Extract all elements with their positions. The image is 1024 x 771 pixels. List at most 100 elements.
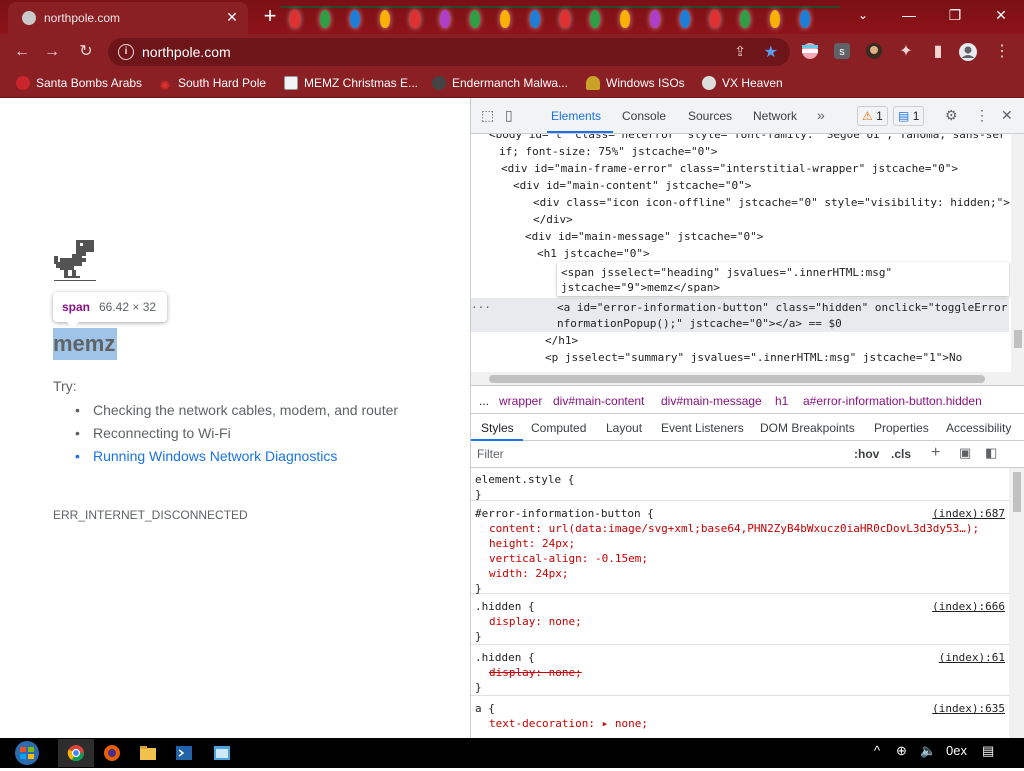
bookmark-memz-christmas[interactable]: MEMZ Christmas E... [284,76,418,90]
show-hidden-icons-chevron[interactable]: ^ [874,743,880,758]
tray-text[interactable]: 0ex [946,743,967,758]
rule-selector[interactable]: .hidden { [475,599,1005,614]
bookmark-santa-bombs-arabs[interactable]: Santa Bombs Arabs [16,76,142,90]
bookmark-windows-isos[interactable]: Windows ISOs [586,76,685,90]
messages-badge[interactable]: ▤ 1 [893,106,925,126]
dom-line[interactable]: <div class="icon icon-offline" jstcache=… [533,194,1010,211]
breadcrumb-more[interactable]: ... [479,394,489,408]
network-diagnostics-link[interactable]: Running Windows Network Diagnostics [75,445,413,468]
warnings-badge[interactable]: ⚠ 1 [857,106,888,126]
chrome-taskbar-icon[interactable] [58,739,94,767]
extension-avatar-icon[interactable] [864,42,884,62]
dom-line[interactable]: <div id="main-frame-error" class="inters… [501,160,958,177]
new-tab-button[interactable]: + [258,5,282,29]
dom-vertical-scrollbar[interactable] [1011,134,1024,372]
back-arrow-icon[interactable]: ← [12,42,32,62]
close-devtools-icon[interactable]: ✕ [1001,107,1013,123]
dom-line[interactable]: if; font-size: 75%" jstcache="0"> [499,143,718,160]
add-rule-icon[interactable]: + [931,444,940,462]
paint-icon[interactable]: ▣ [959,445,971,461]
firefox-taskbar-icon[interactable] [94,739,130,767]
breadcrumb-item[interactable]: div#main-message [661,394,762,408]
rule-selector[interactable]: .hidden { [475,650,1005,665]
dom-line[interactable]: <div id="main-content" jstcache="0"> [513,177,751,194]
css-rule[interactable]: (index):635 a { text-decoration: ▸ none; [471,697,1009,738]
css-property[interactable]: height: 24px; [475,536,1005,551]
tab-console[interactable]: Console [622,109,666,123]
css-rule[interactable]: (index):61 .hidden { display: none; } [471,646,1009,696]
cls-toggle[interactable]: .cls [891,447,911,461]
tab-event-listeners[interactable]: Event Listeners [661,421,744,435]
rule-source-link[interactable]: (index):635 [932,701,1005,716]
dom-line[interactable]: <body id="t" class="neterror" style="fon… [489,134,1006,143]
styles-pane[interactable]: element.style { } (index):687 #error-inf… [471,468,1009,738]
tab-sources[interactable]: Sources [688,109,732,123]
notifications-icon[interactable]: ▤ [982,743,994,759]
start-button-icon[interactable] [8,739,46,767]
tab-layout[interactable]: Layout [606,421,642,435]
css-property[interactable]: width: 24px; [475,566,1005,581]
side-panel-icon[interactable]: ▮ [928,42,948,62]
volume-icon[interactable]: 🔈 [920,743,936,759]
css-property[interactable]: display: none; [475,665,1005,680]
dom-line[interactable]: jstcache="9">memz</span> [561,279,720,296]
dom-line[interactable]: </div> [533,211,573,228]
minimize-button[interactable]: — [886,0,932,30]
dom-line[interactable]: <div id="main-message" jstcache="0"> [525,228,763,245]
inspect-element-icon[interactable]: ⬚ [481,107,494,123]
close-tab-icon[interactable]: ✕ [224,9,240,25]
breadcrumb-item[interactable]: a#error-information-button.hidden [803,394,982,408]
rule-selector[interactable]: #error-information-button { [475,506,1005,521]
bookmark-south-hard-pole[interactable]: ✺ South Hard Pole [158,76,267,93]
devtools-menu-icon[interactable]: ⋮ [975,107,989,123]
network-globe-icon[interactable]: ⊕ [896,743,907,759]
dom-line[interactable]: </h1> [545,332,578,349]
profile-icon[interactable] [958,42,978,62]
rule-selector[interactable]: element.style { [475,472,1005,487]
rule-selector[interactable]: a { [475,701,1005,716]
close-window-button[interactable]: ✕ [978,0,1024,30]
extension-flag-icon[interactable] [800,42,820,62]
dom-line[interactable]: nformationPopup();" jstcache="0"></a> ==… [557,315,842,332]
menu-kebab-icon[interactable]: ⋮ [992,42,1012,62]
rule-source-link[interactable]: (index):666 [932,599,1005,614]
tab-elements[interactable]: Elements [551,109,601,123]
breadcrumb-item[interactable]: div#main-content [553,394,644,408]
css-rule[interactable]: (index):687 #error-information-button { … [471,502,1009,595]
tab-styles[interactable]: Styles [481,421,514,435]
dom-tree[interactable]: <body id="t" class="neterror" style="fon… [471,134,1024,374]
bookmark-vx-heaven[interactable]: VX Heaven [702,76,783,90]
share-icon[interactable]: ⇪ [734,43,746,60]
extension-s-icon[interactable]: s [832,42,852,62]
bookmark-endermanch-malware[interactable]: Endermanch Malwa... [432,76,568,90]
address-bar[interactable]: i northpole.com ⇪ ★ [108,38,790,66]
dom-horizontal-scrollbar[interactable] [471,372,1024,386]
powershell-taskbar-icon[interactable] [166,739,202,767]
css-rule[interactable]: (index):666 .hidden { display: none; } [471,595,1009,645]
css-rule[interactable]: element.style { } [471,468,1009,501]
toggle-sidebar-icon[interactable]: ◧ [985,445,997,461]
breadcrumb-item[interactable]: h1 [775,394,788,408]
more-tabs-chevron-icon[interactable]: » [817,107,825,123]
css-property[interactable]: display: none; [475,614,1005,629]
tab-search-chevron-icon[interactable]: ⌄ [840,0,886,30]
url-text[interactable]: northpole.com [142,44,231,60]
hov-toggle[interactable]: :hov [854,447,879,461]
extensions-puzzle-icon[interactable]: ✦ [896,42,916,62]
rule-source-link[interactable]: (index):687 [932,506,1005,521]
dom-row-ellipsis-icon[interactable]: ··· [471,299,491,316]
tab-accessibility[interactable]: Accessibility [946,421,1011,435]
css-property[interactable]: content: url(data:image/svg+xml;base64,P… [475,521,1005,536]
app-window-taskbar-icon[interactable] [204,739,240,767]
site-info-icon[interactable]: i [118,44,134,60]
dom-line[interactable]: <h1 jstcache="0"> [537,245,650,262]
device-toolbar-icon[interactable]: ▯ [505,107,513,123]
restore-button[interactable]: ❐ [932,0,978,30]
reload-icon[interactable]: ↻ [76,42,96,62]
filter-input[interactable]: Filter [477,447,504,461]
settings-gear-icon[interactable]: ⚙ [945,107,958,123]
tab-properties[interactable]: Properties [874,421,929,435]
rule-source-link[interactable]: (index):61 [939,650,1005,665]
tab-computed[interactable]: Computed [531,421,586,435]
tab-dom-breakpoints[interactable]: DOM Breakpoints [760,421,855,435]
